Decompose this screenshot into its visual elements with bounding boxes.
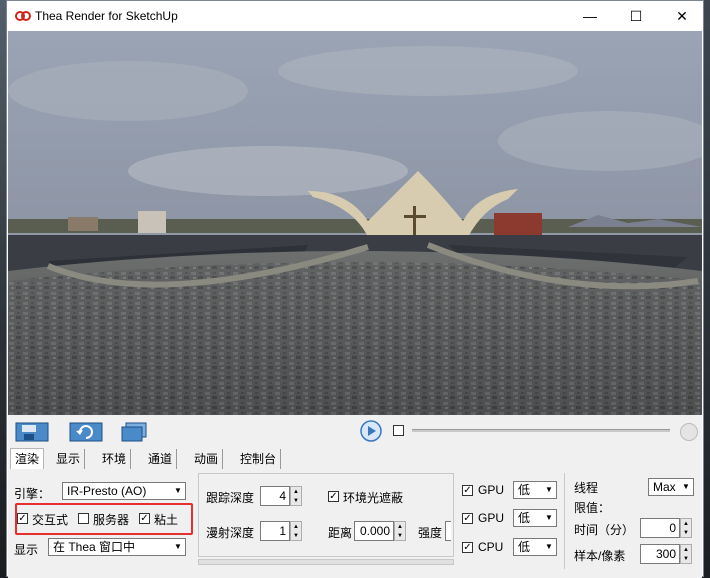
time-label: 时间（分） xyxy=(574,523,635,537)
save-render-icon[interactable] xyxy=(14,421,50,443)
minimize-button[interactable]: — xyxy=(567,1,613,31)
display-label: 显示 xyxy=(14,543,39,557)
engine-label: 引擎： xyxy=(14,487,51,501)
samples-input[interactable]: 300 xyxy=(640,544,680,564)
gpu2-priority-value: 低 xyxy=(518,511,531,525)
window-title: Thea Render for SketchUp xyxy=(35,9,178,23)
divider xyxy=(564,473,565,569)
distance-label: 距离 xyxy=(328,526,353,540)
thea-logo-icon xyxy=(15,11,31,21)
distance-input[interactable]: 0.000 xyxy=(354,521,394,541)
render-toolbar xyxy=(8,415,702,447)
diffuse-depth-stepper[interactable]: ▲ ▼ xyxy=(290,521,302,541)
horizontal-scrollbar[interactable] xyxy=(198,559,454,565)
threads-select[interactable]: Max ▼ xyxy=(648,478,694,496)
gpu1-checkbox[interactable]: ✓ xyxy=(462,485,473,496)
highlight-box xyxy=(15,503,193,535)
app-window: Thea Render for SketchUp — ☐ ✕ 渲染 显示 环境 … xyxy=(6,0,704,578)
gpu1-label: GPU xyxy=(478,483,505,497)
trace-depth-label: 跟踪深度 xyxy=(206,491,255,505)
tab-console[interactable]: 控制台 xyxy=(236,449,282,469)
chevron-down-icon: ▼ xyxy=(682,482,690,491)
display-value: 在 Thea 窗口中 xyxy=(53,540,136,554)
display-select[interactable]: 在 Thea 窗口中 ▼ xyxy=(48,538,186,556)
chevron-down-icon: ▼ xyxy=(174,542,182,551)
gpu1-priority-select[interactable]: 低 ▼ xyxy=(513,481,557,499)
tab-display[interactable]: 显示 xyxy=(52,449,86,469)
title-bar[interactable]: Thea Render for SketchUp — ☐ ✕ xyxy=(7,1,703,31)
tab-render[interactable]: 渲染 xyxy=(10,448,45,470)
tracing-group xyxy=(198,473,454,557)
chevron-down-icon: ▼ xyxy=(545,542,553,551)
diffuse-depth-input[interactable]: 1 xyxy=(260,521,290,541)
intensity-label: 强度 xyxy=(418,526,443,540)
distance-stepper[interactable]: ▲ ▼ xyxy=(394,521,406,541)
ao-label: 环境光遮蔽 xyxy=(343,491,404,505)
render-settings-panel: 引擎： IR-Presto (AO) ▼ ✓ 交互式 服务器 ✓ 粘土 显示 在… xyxy=(8,469,702,578)
close-button[interactable]: ✕ xyxy=(659,1,705,31)
stop-button[interactable] xyxy=(680,423,698,441)
time-stepper[interactable]: ▲ ▼ xyxy=(680,518,692,538)
tab-animation[interactable]: 动画 xyxy=(190,449,224,469)
refresh-render-icon[interactable] xyxy=(68,421,104,443)
diffuse-depth-label: 漫射深度 xyxy=(206,526,255,540)
engine-select[interactable]: IR-Presto (AO) ▼ xyxy=(62,482,186,500)
engine-value: IR-Presto (AO) xyxy=(67,484,147,498)
ao-checkbox[interactable]: ✓ xyxy=(328,491,339,502)
progress-slider-track[interactable] xyxy=(412,429,670,432)
limit-label: 限值： xyxy=(574,501,611,515)
play-icon[interactable] xyxy=(360,420,382,442)
settings-tabs: 渲染 显示 环境 通道 动画 控制台 xyxy=(8,447,702,470)
samples-stepper[interactable]: ▲ ▼ xyxy=(680,544,692,564)
render-region-icon[interactable] xyxy=(116,421,152,443)
cpu-priority-select[interactable]: 低 ▼ xyxy=(513,538,557,556)
cpu-checkbox[interactable]: ✓ xyxy=(462,542,473,553)
intensity-input[interactable] xyxy=(445,521,451,541)
threads-value: Max xyxy=(653,480,676,494)
chevron-down-icon: ▼ xyxy=(545,513,553,522)
maximize-button[interactable]: ☐ xyxy=(613,1,659,31)
gpu2-label: GPU xyxy=(478,511,505,525)
cpu-priority-value: 低 xyxy=(518,540,531,554)
gpu1-priority-value: 低 xyxy=(518,483,531,497)
desktop-background-right xyxy=(704,0,710,577)
trace-depth-stepper[interactable]: ▲ ▼ xyxy=(290,486,302,506)
gpu2-checkbox[interactable]: ✓ xyxy=(462,513,473,524)
tab-channels[interactable]: 通道 xyxy=(144,449,178,469)
time-input[interactable]: 0 xyxy=(640,518,680,538)
chevron-down-icon: ▼ xyxy=(545,485,553,494)
cpu-label: CPU xyxy=(478,540,504,554)
trace-depth-input[interactable]: 4 xyxy=(260,486,290,506)
render-viewport[interactable] xyxy=(8,31,702,415)
progressive-checkbox[interactable] xyxy=(393,425,404,436)
samples-label: 样本/像素 xyxy=(574,549,626,563)
gpu2-priority-select[interactable]: 低 ▼ xyxy=(513,509,557,527)
chevron-down-icon: ▼ xyxy=(174,486,182,495)
threads-label: 线程 xyxy=(574,481,599,495)
tab-environment[interactable]: 环境 xyxy=(98,449,132,469)
